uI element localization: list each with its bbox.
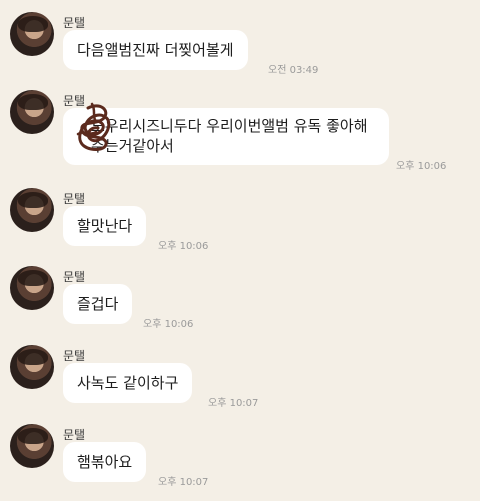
- sender-name: 문탤: [63, 428, 86, 442]
- message-timestamp: 오후 10:06: [396, 161, 447, 172]
- avatar[interactable]: [10, 424, 54, 468]
- avatar[interactable]: [10, 12, 54, 56]
- message-timestamp: 오후 10:06: [158, 241, 209, 252]
- message-timestamp: 오후 10:07: [158, 477, 209, 488]
- sender-name: 문탤: [63, 349, 86, 363]
- message-bubble[interactable]: 사녹도 같이하구: [63, 363, 193, 404]
- sender-name: 문탤: [63, 16, 86, 30]
- avatar[interactable]: [10, 90, 54, 134]
- message-bubble[interactable]: 햄볶아요: [63, 442, 147, 483]
- avatar[interactable]: [10, 188, 54, 232]
- message-bubble[interactable]: 즐겁다: [63, 284, 133, 325]
- message-bubble[interactable]: 다음앨범진짜 더찢어볼게: [63, 30, 248, 71]
- message-bubble[interactable]: 할맛난다: [63, 206, 147, 247]
- message-timestamp: 오후 10:07: [208, 398, 259, 409]
- sender-name: 문탤: [63, 270, 86, 284]
- message-timestamp: 오후 10:06: [143, 319, 194, 330]
- avatar[interactable]: [10, 345, 54, 389]
- message-timestamp: 오전 03:49: [268, 65, 319, 76]
- sender-name: 문탤: [63, 192, 86, 206]
- scribble-overlay: [76, 102, 111, 151]
- avatar[interactable]: [10, 266, 54, 310]
